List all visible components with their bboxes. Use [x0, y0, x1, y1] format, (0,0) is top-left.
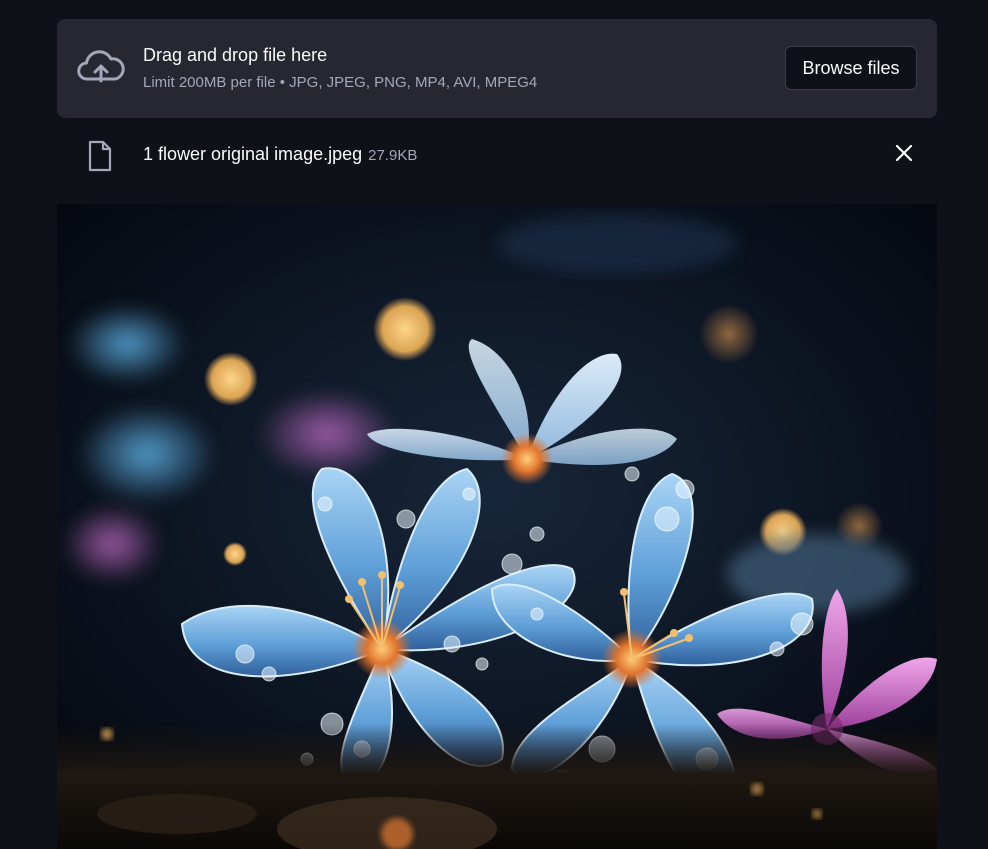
file-dropzone[interactable]: Drag and drop file here Limit 200MB per … [57, 19, 937, 118]
file-icon [87, 140, 113, 172]
dropzone-instructions: Drag and drop file here Limit 200MB per … [143, 44, 537, 92]
cloud-upload-icon [77, 49, 125, 87]
close-icon [895, 144, 913, 167]
dropzone-title: Drag and drop file here [143, 45, 328, 65]
browse-files-button[interactable]: Browse files [785, 46, 917, 90]
remove-file-button[interactable] [889, 140, 919, 170]
flower-photo [57, 204, 937, 849]
dropzone-limits: Limit 200MB per file • JPG, JPEG, PNG, M… [143, 74, 538, 91]
uploaded-file-row: 1 flower original image.jpeg 27.9KB [57, 128, 937, 182]
file-size: 27.9KB [368, 147, 418, 164]
page: Drag and drop file here Limit 200MB per … [0, 0, 988, 849]
file-name: 1 flower original image.jpeg [143, 144, 363, 164]
image-preview [57, 204, 937, 849]
file-name-line: 1 flower original image.jpeg 27.9KB [143, 143, 417, 167]
